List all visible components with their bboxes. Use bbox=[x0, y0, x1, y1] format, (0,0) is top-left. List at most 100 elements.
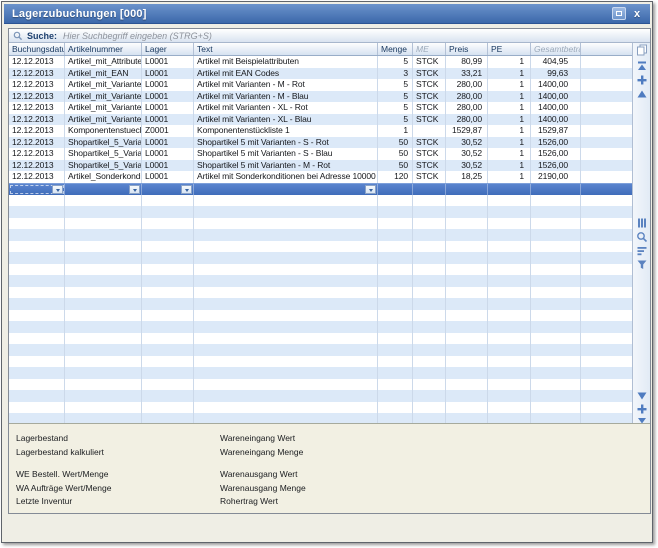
table-row[interactable]: 12.12.2013Shopartikel_5_VariantL0001Shop… bbox=[9, 160, 632, 172]
copy-icon[interactable] bbox=[636, 44, 648, 56]
new-entry-cell-buchungsdatum[interactable] bbox=[9, 184, 65, 195]
new-entry-cell-artikelnummer[interactable] bbox=[65, 184, 142, 195]
cell-preis bbox=[446, 241, 488, 253]
dropdown-button-lager[interactable] bbox=[181, 185, 192, 194]
cell-buchungsdatum: 12.12.2013 bbox=[9, 137, 65, 149]
cell-me: STCK bbox=[413, 91, 446, 103]
column-header-preis[interactable]: Preis bbox=[446, 43, 488, 55]
cell-pe bbox=[488, 321, 531, 333]
cell-extra bbox=[581, 356, 632, 368]
filter-icon[interactable] bbox=[636, 259, 648, 271]
table-row[interactable]: 12.12.2013Artikel_mit_AttributenL0001Art… bbox=[9, 56, 632, 68]
new-entry-cell-me[interactable] bbox=[413, 184, 446, 195]
cell-menge bbox=[378, 402, 413, 414]
table-row[interactable]: 12.12.2013Shopartikel_5_VariantL0001Shop… bbox=[9, 137, 632, 149]
new-entry-cell-lager[interactable] bbox=[142, 184, 194, 195]
column-header-gesamtbetrag[interactable]: Gesamtbetrag bbox=[531, 43, 581, 55]
cell-extra bbox=[581, 56, 632, 68]
new-entry-row[interactable] bbox=[9, 183, 632, 195]
dropdown-button-artikelnummer[interactable] bbox=[129, 185, 140, 194]
sort-icon[interactable] bbox=[636, 245, 648, 257]
cell-menge: 5 bbox=[378, 79, 413, 91]
add-row-icon[interactable] bbox=[636, 74, 648, 86]
table-row[interactable]: 12.12.2013Artikel_Sonderkonditi.L0001Art… bbox=[9, 171, 632, 183]
column-chooser-icon[interactable] bbox=[636, 217, 648, 229]
cell-menge bbox=[378, 390, 413, 402]
cell-artikelnummer bbox=[65, 379, 142, 391]
table-row[interactable]: 12.12.2013Shopartikel_5_VariantL0001Shop… bbox=[9, 148, 632, 160]
scroll-up-icon[interactable] bbox=[636, 88, 648, 100]
cell-artikelnummer bbox=[65, 367, 142, 379]
column-header-artikelnummer[interactable]: Artikelnummer bbox=[65, 43, 142, 55]
grid-search-icon[interactable] bbox=[636, 231, 648, 243]
cell-artikelnummer bbox=[65, 356, 142, 368]
cell-me bbox=[413, 379, 446, 391]
cell-buchungsdatum bbox=[9, 206, 65, 218]
cell-preis bbox=[446, 413, 488, 423]
search-bar[interactable]: Suche: Hier Suchbegriff eingeben (STRG+S… bbox=[9, 29, 650, 43]
table-row[interactable]: 12.12.2013Komponentenstueckli.Z0001Kompo… bbox=[9, 125, 632, 137]
add-row2-icon[interactable] bbox=[636, 403, 648, 415]
scroll-down-icon[interactable] bbox=[636, 390, 648, 402]
cell-preis bbox=[446, 402, 488, 414]
new-entry-cell-menge[interactable] bbox=[378, 184, 413, 195]
cell-preis bbox=[446, 356, 488, 368]
new-entry-cell-preis[interactable] bbox=[446, 184, 488, 195]
cell-menge: 5 bbox=[378, 56, 413, 68]
cell-artikelnummer bbox=[65, 321, 142, 333]
table-row[interactable]: 12.12.2013Artikel_mit_Varianten.L0001Art… bbox=[9, 114, 632, 126]
table-row[interactable]: 12.12.2013Artikel_mit_EANL0001Artikel mi… bbox=[9, 68, 632, 80]
dropdown-button-buchungsdatum[interactable] bbox=[52, 185, 63, 194]
cell-preis bbox=[446, 367, 488, 379]
column-header-buchungsdatum[interactable]: Buchungsdatum bbox=[9, 43, 65, 55]
cell-lager: L0001 bbox=[142, 160, 194, 172]
cell-preis bbox=[446, 229, 488, 241]
cell-extra bbox=[581, 91, 632, 103]
dropdown-button-text[interactable] bbox=[365, 185, 376, 194]
cell-pe: 1 bbox=[488, 79, 531, 91]
table-row[interactable]: 12.12.2013Artikel_mit_Varianten.L0001Art… bbox=[9, 102, 632, 114]
close-icon[interactable]: x bbox=[631, 8, 643, 20]
cell-pe bbox=[488, 195, 531, 207]
new-entry-cell-extra[interactable] bbox=[581, 184, 633, 195]
empty-row bbox=[9, 321, 632, 333]
column-header-lager[interactable]: Lager bbox=[142, 43, 194, 55]
cell-text: Artikel mit Varianten - XL - Blau bbox=[194, 114, 378, 126]
cell-me bbox=[413, 321, 446, 333]
cell-me bbox=[413, 333, 446, 345]
column-header-me[interactable]: ME bbox=[413, 43, 446, 55]
cell-me bbox=[413, 252, 446, 264]
cell-extra bbox=[581, 137, 632, 149]
column-header-menge[interactable]: Menge bbox=[378, 43, 413, 55]
scroll-top-icon[interactable] bbox=[636, 60, 648, 72]
restore-icon[interactable] bbox=[612, 7, 626, 20]
cell-lager bbox=[142, 344, 194, 356]
cell-lager: L0001 bbox=[142, 79, 194, 91]
cell-menge bbox=[378, 229, 413, 241]
cell-artikelnummer: Artikel_mit_Varianten. bbox=[65, 79, 142, 91]
table-row[interactable]: 12.12.2013Artikel_mit_Varianten.L0001Art… bbox=[9, 79, 632, 91]
empty-row bbox=[9, 195, 632, 207]
cell-buchungsdatum bbox=[9, 321, 65, 333]
cell-lager bbox=[142, 206, 194, 218]
new-entry-cell-gesamtbetrag[interactable] bbox=[531, 184, 581, 195]
cell-me: STCK bbox=[413, 68, 446, 80]
cell-lager: Z0001 bbox=[142, 125, 194, 137]
cell-pe: 1 bbox=[488, 91, 531, 103]
column-header-pe[interactable]: PE bbox=[488, 43, 531, 55]
cell-extra bbox=[581, 333, 632, 345]
cell-artikelnummer bbox=[65, 333, 142, 345]
table-row[interactable]: 12.12.2013Artikel_mit_Varianten.L0001Art… bbox=[9, 91, 632, 103]
cell-text: Artikel mit Varianten - XL - Rot bbox=[194, 102, 378, 114]
column-header-row: BuchungsdatumArtikelnummerLagerTextMenge… bbox=[9, 43, 632, 56]
empty-row bbox=[9, 206, 632, 218]
new-entry-cell-text[interactable] bbox=[194, 184, 378, 195]
empty-row bbox=[9, 333, 632, 345]
new-entry-cell-pe[interactable] bbox=[488, 184, 531, 195]
cell-gesamtbetrag: 404,95 bbox=[531, 56, 581, 68]
column-header-extra[interactable] bbox=[581, 43, 633, 55]
cell-menge bbox=[378, 321, 413, 333]
column-header-text[interactable]: Text bbox=[194, 43, 378, 55]
cell-text bbox=[194, 367, 378, 379]
cell-menge bbox=[378, 287, 413, 299]
